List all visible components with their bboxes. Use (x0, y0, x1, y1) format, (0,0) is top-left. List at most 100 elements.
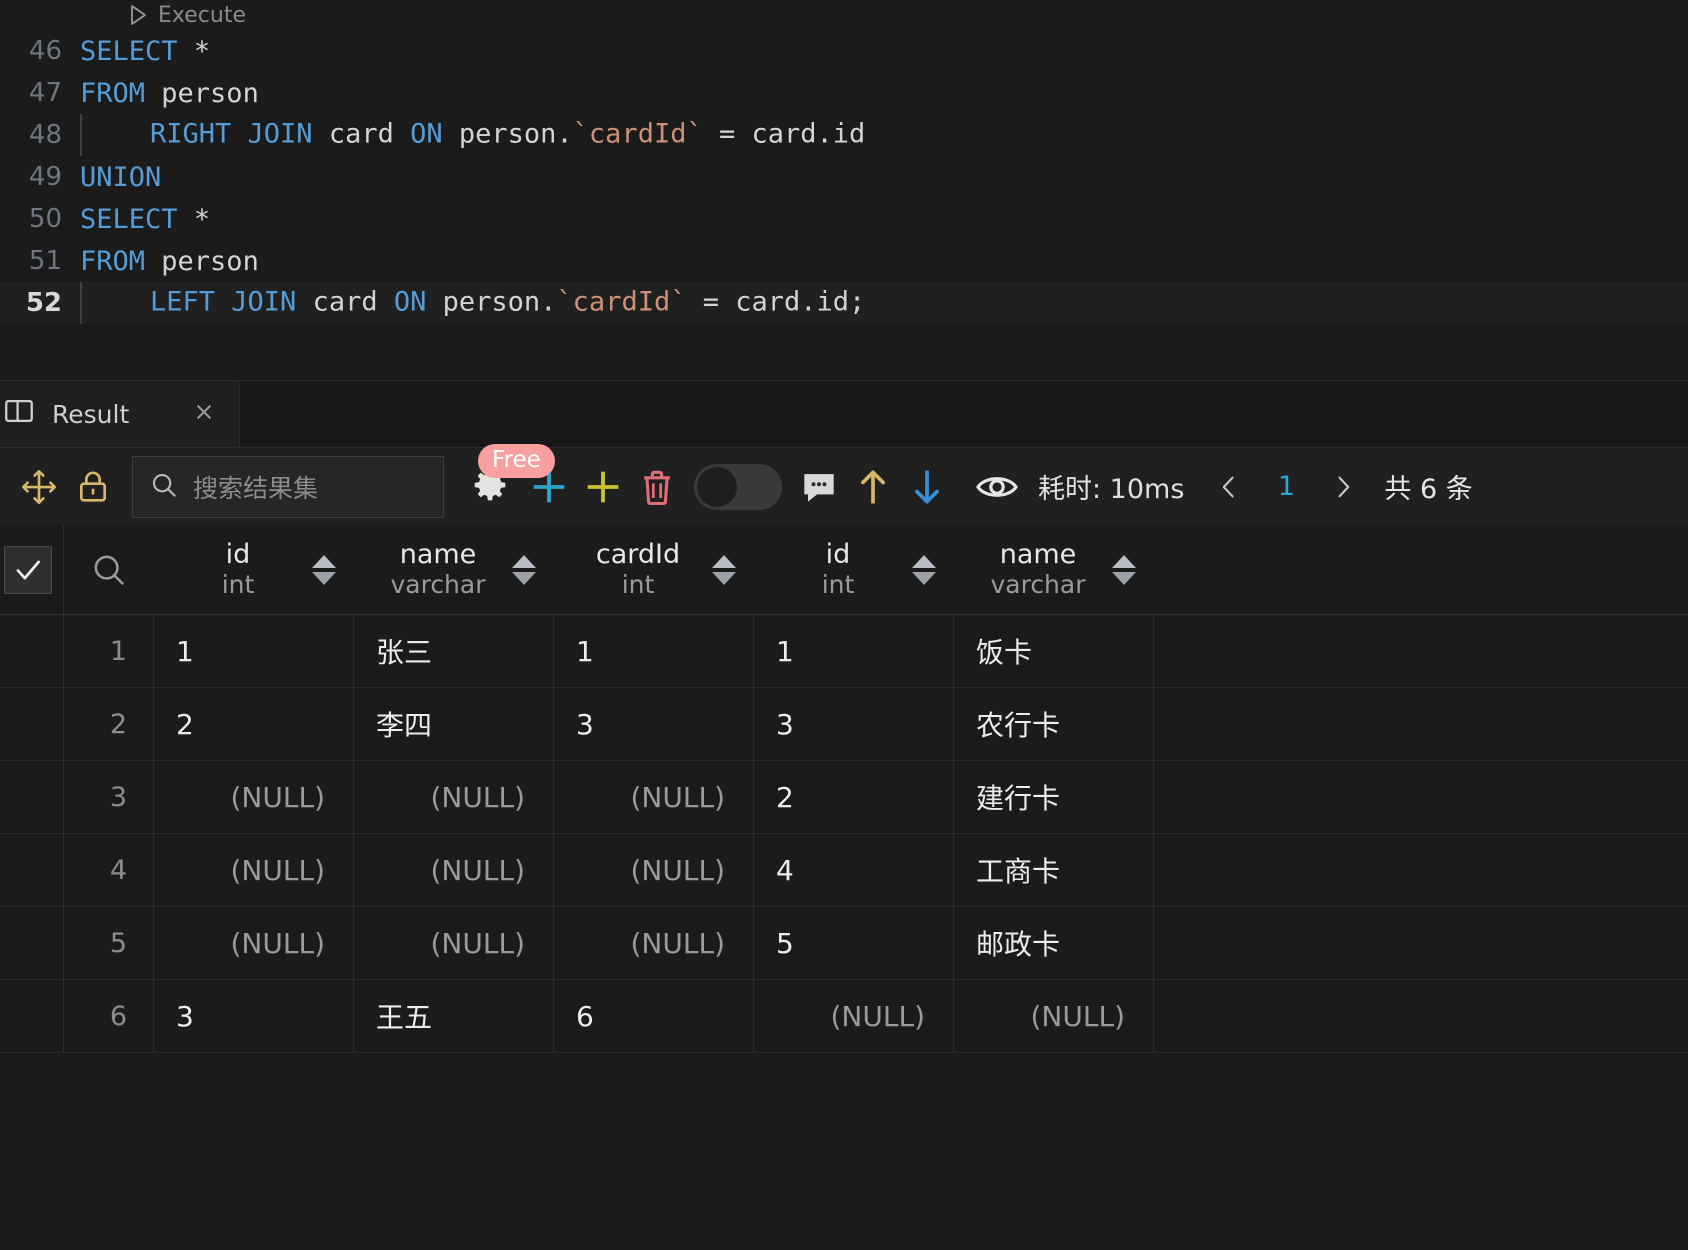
sort-asc-icon[interactable] (312, 554, 336, 568)
sort-desc-icon[interactable] (912, 571, 936, 585)
row-select-cell[interactable] (0, 834, 64, 906)
search-input[interactable]: 搜索结果集 (193, 469, 318, 505)
panel-tabbar: Result (0, 380, 1688, 448)
eye-icon[interactable] (970, 460, 1024, 514)
download-arrow-icon[interactable] (900, 460, 954, 514)
table-cell[interactable]: 建行卡 (954, 761, 1154, 833)
table-cell[interactable]: 饭卡 (954, 615, 1154, 687)
settings-gear-button[interactable]: Free (458, 443, 555, 512)
table-cell[interactable]: (NULL) (554, 834, 754, 906)
chevron-left-icon[interactable] (1202, 470, 1256, 504)
chevron-right-icon[interactable] (1316, 470, 1370, 504)
sort-desc-icon[interactable] (512, 571, 536, 585)
sort-asc-icon[interactable] (1112, 554, 1136, 568)
comment-icon[interactable] (792, 460, 846, 514)
column-header[interactable]: cardId int (554, 525, 754, 614)
column-header[interactable]: name varchar (954, 525, 1154, 614)
code-line[interactable]: 48 RIGHT JOIN card ON person.`cardId` = c… (0, 114, 1688, 156)
table-cell[interactable]: 5 (754, 907, 954, 979)
table-cell[interactable]: 3 (554, 688, 754, 760)
table-cell[interactable]: 王五 (354, 980, 554, 1052)
column-header[interactable]: id int (154, 525, 354, 614)
table-row[interactable]: 2 2 李四 3 3 农行卡 (0, 688, 1688, 761)
code-line[interactable]: 46 SELECT * (0, 30, 1688, 72)
sort-toggle-icon[interactable] (1112, 554, 1136, 585)
table-cell[interactable]: (NULL) (154, 761, 354, 833)
row-select-cell[interactable] (0, 688, 64, 760)
select-all-cell[interactable] (0, 525, 64, 614)
code-token: = card.id (702, 118, 866, 150)
table-cell[interactable]: 1 (754, 615, 954, 687)
sort-toggle-icon[interactable] (312, 554, 336, 585)
table-cell[interactable]: 农行卡 (954, 688, 1154, 760)
table-cell[interactable]: 6 (554, 980, 754, 1052)
upload-arrow-icon[interactable] (846, 460, 900, 514)
row-select-cell[interactable] (0, 615, 64, 687)
line-number: 48 (28, 120, 62, 150)
table-cell[interactable]: 1 (154, 615, 354, 687)
row-filter-search-icon[interactable] (64, 525, 154, 614)
sort-desc-icon[interactable] (712, 571, 736, 585)
column-header-labels: name varchar (964, 539, 1112, 600)
row-select-cell[interactable] (0, 907, 64, 979)
sort-toggle-icon[interactable] (712, 554, 736, 585)
table-cell[interactable]: 1 (554, 615, 754, 687)
select-all-checkbox[interactable] (3, 545, 52, 594)
tab-result[interactable]: Result (0, 381, 240, 447)
page-number[interactable]: 1 (1256, 471, 1316, 502)
code-lines[interactable]: 46 SELECT * 47 FROM person 48 RIGHT JOIN card… (0, 30, 1688, 324)
column-header[interactable]: name varchar (354, 525, 554, 614)
search-result-box[interactable]: 搜索结果集 (132, 455, 444, 518)
code-line[interactable]: 51 FROM person (0, 240, 1688, 282)
table-cell[interactable]: (NULL) (354, 907, 554, 979)
table-cell[interactable]: 2 (154, 688, 354, 760)
table-cell[interactable]: (NULL) (154, 834, 354, 906)
play-icon[interactable] (127, 3, 149, 27)
table-cell[interactable]: 4 (754, 834, 954, 906)
column-header[interactable]: id int (754, 525, 954, 614)
table-cell[interactable]: 张三 (354, 615, 554, 687)
table-row[interactable]: 6 3 王五 6 (NULL) (NULL) (0, 980, 1688, 1053)
table-cell[interactable]: (NULL) (354, 834, 554, 906)
total-records-label: 共 6 条 (1384, 474, 1473, 505)
row-select-cell[interactable] (0, 761, 64, 833)
table-row[interactable]: 5 (NULL) (NULL) (NULL) 5 邮政卡 (0, 907, 1688, 980)
table-cell[interactable]: (NULL) (954, 980, 1154, 1052)
duplicate-row-icon[interactable] (576, 460, 630, 514)
table-cell[interactable]: 3 (754, 688, 954, 760)
table-cell[interactable]: (NULL) (354, 761, 554, 833)
table-row[interactable]: 4 (NULL) (NULL) (NULL) 4 工商卡 (0, 834, 1688, 907)
table-cell[interactable]: 工商卡 (954, 834, 1154, 906)
sort-asc-icon[interactable] (712, 554, 736, 568)
table-cell[interactable]: 李四 (354, 688, 554, 760)
sort-asc-icon[interactable] (912, 554, 936, 568)
table-cell[interactable]: 3 (154, 980, 354, 1052)
sort-desc-icon[interactable] (312, 571, 336, 585)
delete-row-icon[interactable] (630, 460, 684, 514)
table-cell[interactable]: (NULL) (554, 907, 754, 979)
close-icon[interactable] (191, 399, 217, 430)
table-cell[interactable]: (NULL) (754, 980, 954, 1052)
table-row[interactable]: 1 1 张三 1 1 饭卡 (0, 615, 1688, 688)
code-line[interactable]: 49 UNION (0, 156, 1688, 198)
table-cell[interactable]: 2 (754, 761, 954, 833)
sort-toggle-icon[interactable] (512, 554, 536, 585)
execute-codelens[interactable]: Execute (0, 0, 1688, 30)
table-cell[interactable]: 邮政卡 (954, 907, 1154, 979)
execute-label[interactable]: Execute (158, 3, 246, 28)
table-row[interactable]: 3 (NULL) (NULL) (NULL) 2 建行卡 (0, 761, 1688, 834)
code-line[interactable]: 50 SELECT * (0, 198, 1688, 240)
row-select-cell[interactable] (0, 980, 64, 1052)
table-cell[interactable]: (NULL) (554, 761, 754, 833)
table-cell[interactable]: (NULL) (154, 907, 354, 979)
code-line[interactable]: 47 FROM person (0, 72, 1688, 114)
sort-toggle-icon[interactable] (912, 554, 936, 585)
move-resize-icon[interactable] (12, 460, 66, 514)
sql-editor[interactable]: Execute 46 SELECT * 47 FROM person 48 RIGHT J… (0, 0, 1688, 380)
result-toolbar: 搜索结果集 Free 耗时: 10ms 1 共 6 条 (0, 443, 1688, 525)
sort-asc-icon[interactable] (512, 554, 536, 568)
code-line[interactable]: 52 LEFT JOIN card ON person.`cardId` = ca… (0, 282, 1688, 324)
auto-commit-toggle[interactable] (694, 463, 782, 510)
lock-icon[interactable] (66, 460, 120, 514)
sort-desc-icon[interactable] (1112, 571, 1136, 585)
